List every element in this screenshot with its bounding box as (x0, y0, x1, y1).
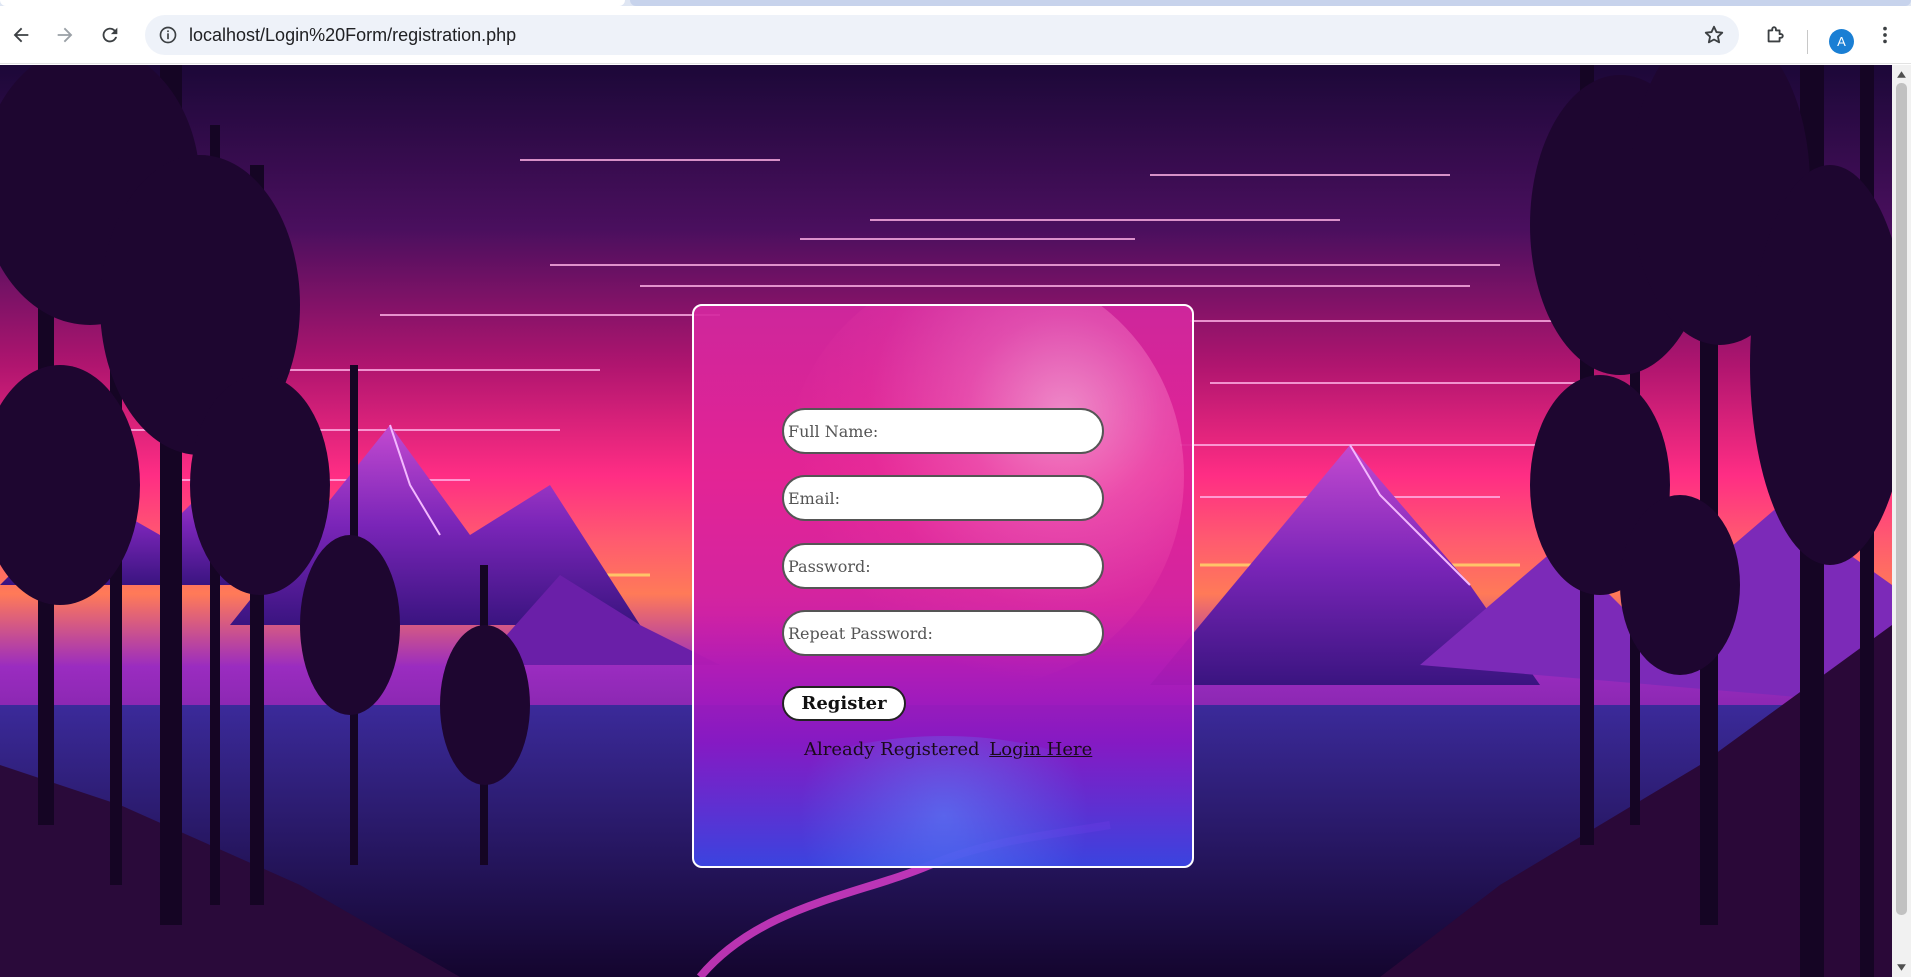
kebab-menu-icon (1883, 26, 1887, 44)
address-bar[interactable]: localhost/Login%20Form/registration.php (145, 15, 1739, 55)
page-viewport: Register Already Registered Login Here (0, 65, 1892, 977)
browser-toolbar: localhost/Login%20Form/registration.php … (0, 6, 1911, 64)
toolbar-divider (1807, 30, 1808, 54)
back-button[interactable] (2, 16, 40, 54)
star-icon (1704, 25, 1724, 44)
vertical-scrollbar[interactable] (1892, 65, 1911, 977)
forward-button[interactable] (46, 16, 84, 54)
site-info-button[interactable] (153, 20, 183, 50)
bookmark-button[interactable] (1699, 20, 1729, 50)
browser-menu-button[interactable] (1866, 16, 1904, 54)
login-link[interactable]: Login Here (989, 739, 1092, 760)
register-button[interactable]: Register (782, 686, 906, 721)
profile-avatar[interactable]: A (1829, 29, 1854, 54)
password-input[interactable] (782, 543, 1104, 589)
registration-card: Register Already Registered Login Here (692, 304, 1194, 868)
arrow-right-icon (57, 27, 73, 43)
url-text[interactable]: localhost/Login%20Form/registration.php (189, 15, 516, 55)
email-input[interactable] (782, 475, 1104, 521)
arrow-left-icon (13, 27, 29, 43)
full-name-input[interactable] (782, 408, 1104, 454)
scroll-down-arrow-icon[interactable] (1896, 962, 1907, 973)
scrollbar-thumb[interactable] (1896, 83, 1907, 915)
info-circle-icon (159, 26, 177, 44)
puzzle-icon (1767, 26, 1784, 43)
repeat-password-input[interactable] (782, 610, 1104, 656)
already-registered-text: Already Registered (804, 739, 980, 760)
reload-icon (102, 27, 118, 43)
scroll-up-arrow-icon[interactable] (1896, 69, 1907, 80)
extensions-button[interactable] (1756, 16, 1794, 54)
reload-button[interactable] (91, 16, 129, 54)
login-prompt: Already Registered Login Here (804, 739, 1092, 760)
